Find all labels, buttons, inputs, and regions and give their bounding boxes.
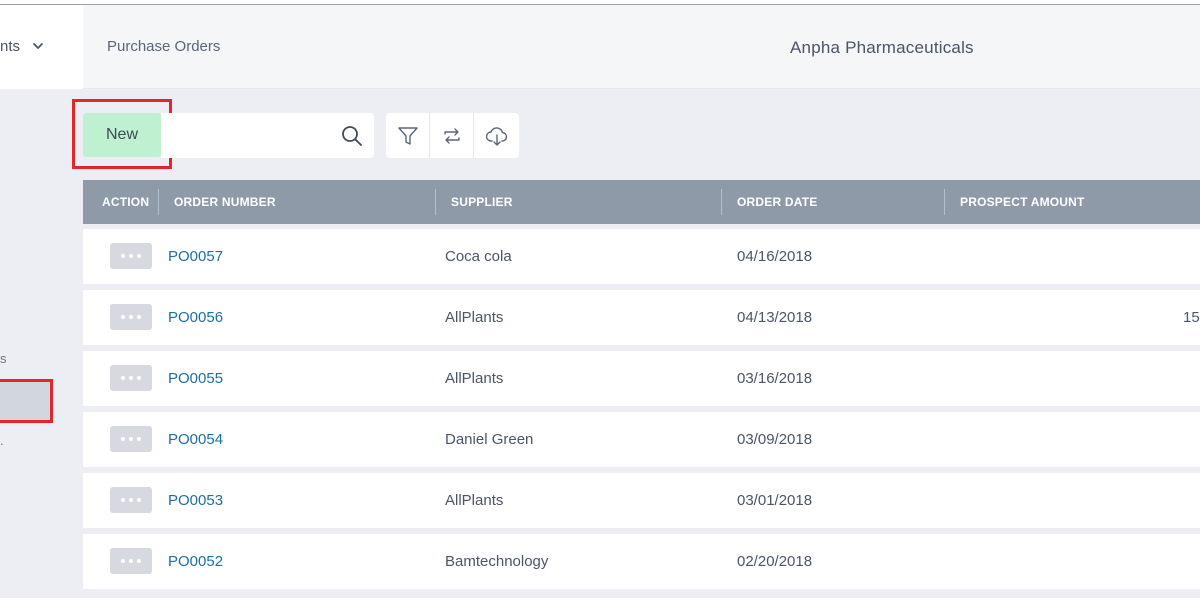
search-icon[interactable] [341, 125, 363, 147]
row-actions-button[interactable] [110, 304, 152, 330]
page-header: Purchase Orders Anpha Pharmaceuticals [83, 5, 1200, 89]
order-number-link[interactable]: PO0057 [168, 229, 223, 284]
download-button[interactable] [474, 113, 519, 158]
order-number-link[interactable]: PO0052 [168, 534, 223, 589]
supplier-cell: AllPlants [445, 370, 504, 387]
breadcrumb[interactable]: Purchase Orders [107, 38, 220, 55]
chevron-down-icon[interactable] [32, 40, 44, 52]
order-date-cell: 04/16/2018 [737, 248, 813, 265]
cloud-download-icon [485, 126, 507, 146]
prospect-amount-cell: 15 [1183, 309, 1200, 326]
column-header-order-number[interactable]: ORDER NUMBER [174, 180, 276, 224]
order-number-link[interactable]: PO0056 [168, 290, 223, 345]
orders-table: ACTION ORDER NUMBER SUPPLIER ORDER DATE … [83, 180, 1200, 589]
row-actions-button[interactable] [110, 548, 152, 574]
row-actions-button[interactable] [110, 487, 152, 513]
sidebar-item-partial-2[interactable]: . [0, 433, 4, 448]
sidebar-item-active[interactable] [0, 379, 53, 423]
new-button[interactable]: New [83, 113, 161, 157]
order-date-cell: 03/09/2018 [737, 431, 813, 448]
column-divider [158, 189, 159, 215]
table-row[interactable]: PO0056 AllPlants 04/13/2018 15 [83, 290, 1200, 345]
sidebar-app-label: nts [0, 38, 21, 55]
column-divider [721, 189, 722, 215]
table-row[interactable]: PO0052 Bamtechnology 02/20/2018 [83, 534, 1200, 589]
order-number-link[interactable]: PO0053 [168, 473, 223, 528]
supplier-cell: AllPlants [445, 492, 504, 509]
search-input[interactable] [171, 123, 331, 147]
row-actions-button[interactable] [110, 365, 152, 391]
row-actions-button[interactable] [110, 243, 152, 269]
sidebar-item-partial[interactable]: s [0, 351, 7, 366]
table-row[interactable]: PO0054 Daniel Green 03/09/2018 [83, 412, 1200, 467]
order-date-cell: 02/20/2018 [737, 553, 813, 570]
order-number-link[interactable]: PO0054 [168, 412, 223, 467]
company-name: Anpha Pharmaceuticals [790, 38, 974, 57]
order-date-cell: 03/01/2018 [737, 492, 813, 509]
order-date-cell: 03/16/2018 [737, 370, 813, 387]
swap-arrows-icon [443, 127, 460, 144]
filter-button[interactable] [386, 113, 430, 158]
order-number-link[interactable]: PO0055 [168, 351, 223, 406]
refresh-button[interactable] [430, 113, 474, 158]
supplier-cell: AllPlants [445, 309, 504, 326]
supplier-cell: Coca cola [445, 248, 512, 265]
supplier-cell: Daniel Green [445, 431, 534, 448]
search-box[interactable] [161, 113, 374, 158]
row-actions-button[interactable] [110, 426, 152, 452]
table-row[interactable]: PO0053 AllPlants 03/01/2018 [83, 473, 1200, 528]
filter-icon [397, 126, 418, 145]
table-header: ACTION ORDER NUMBER SUPPLIER ORDER DATE … [83, 180, 1200, 224]
sidebar: nts s . [0, 5, 83, 598]
column-header-order-date[interactable]: ORDER DATE [737, 180, 817, 224]
supplier-cell: Bamtechnology [445, 553, 549, 570]
column-header-supplier[interactable]: SUPPLIER [451, 180, 513, 224]
column-header-action[interactable]: ACTION [102, 180, 149, 224]
sidebar-header[interactable]: nts [0, 5, 83, 89]
table-row[interactable]: PO0055 AllPlants 03/16/2018 [83, 351, 1200, 406]
table-row[interactable]: PO0057 Coca cola 04/16/2018 [83, 229, 1200, 284]
column-divider [435, 189, 436, 215]
order-date-cell: 04/13/2018 [737, 309, 813, 326]
column-divider [944, 189, 945, 215]
toolbar-actions [386, 113, 519, 158]
column-header-prospect-amount[interactable]: PROSPECT AMOUNT [960, 180, 1085, 224]
